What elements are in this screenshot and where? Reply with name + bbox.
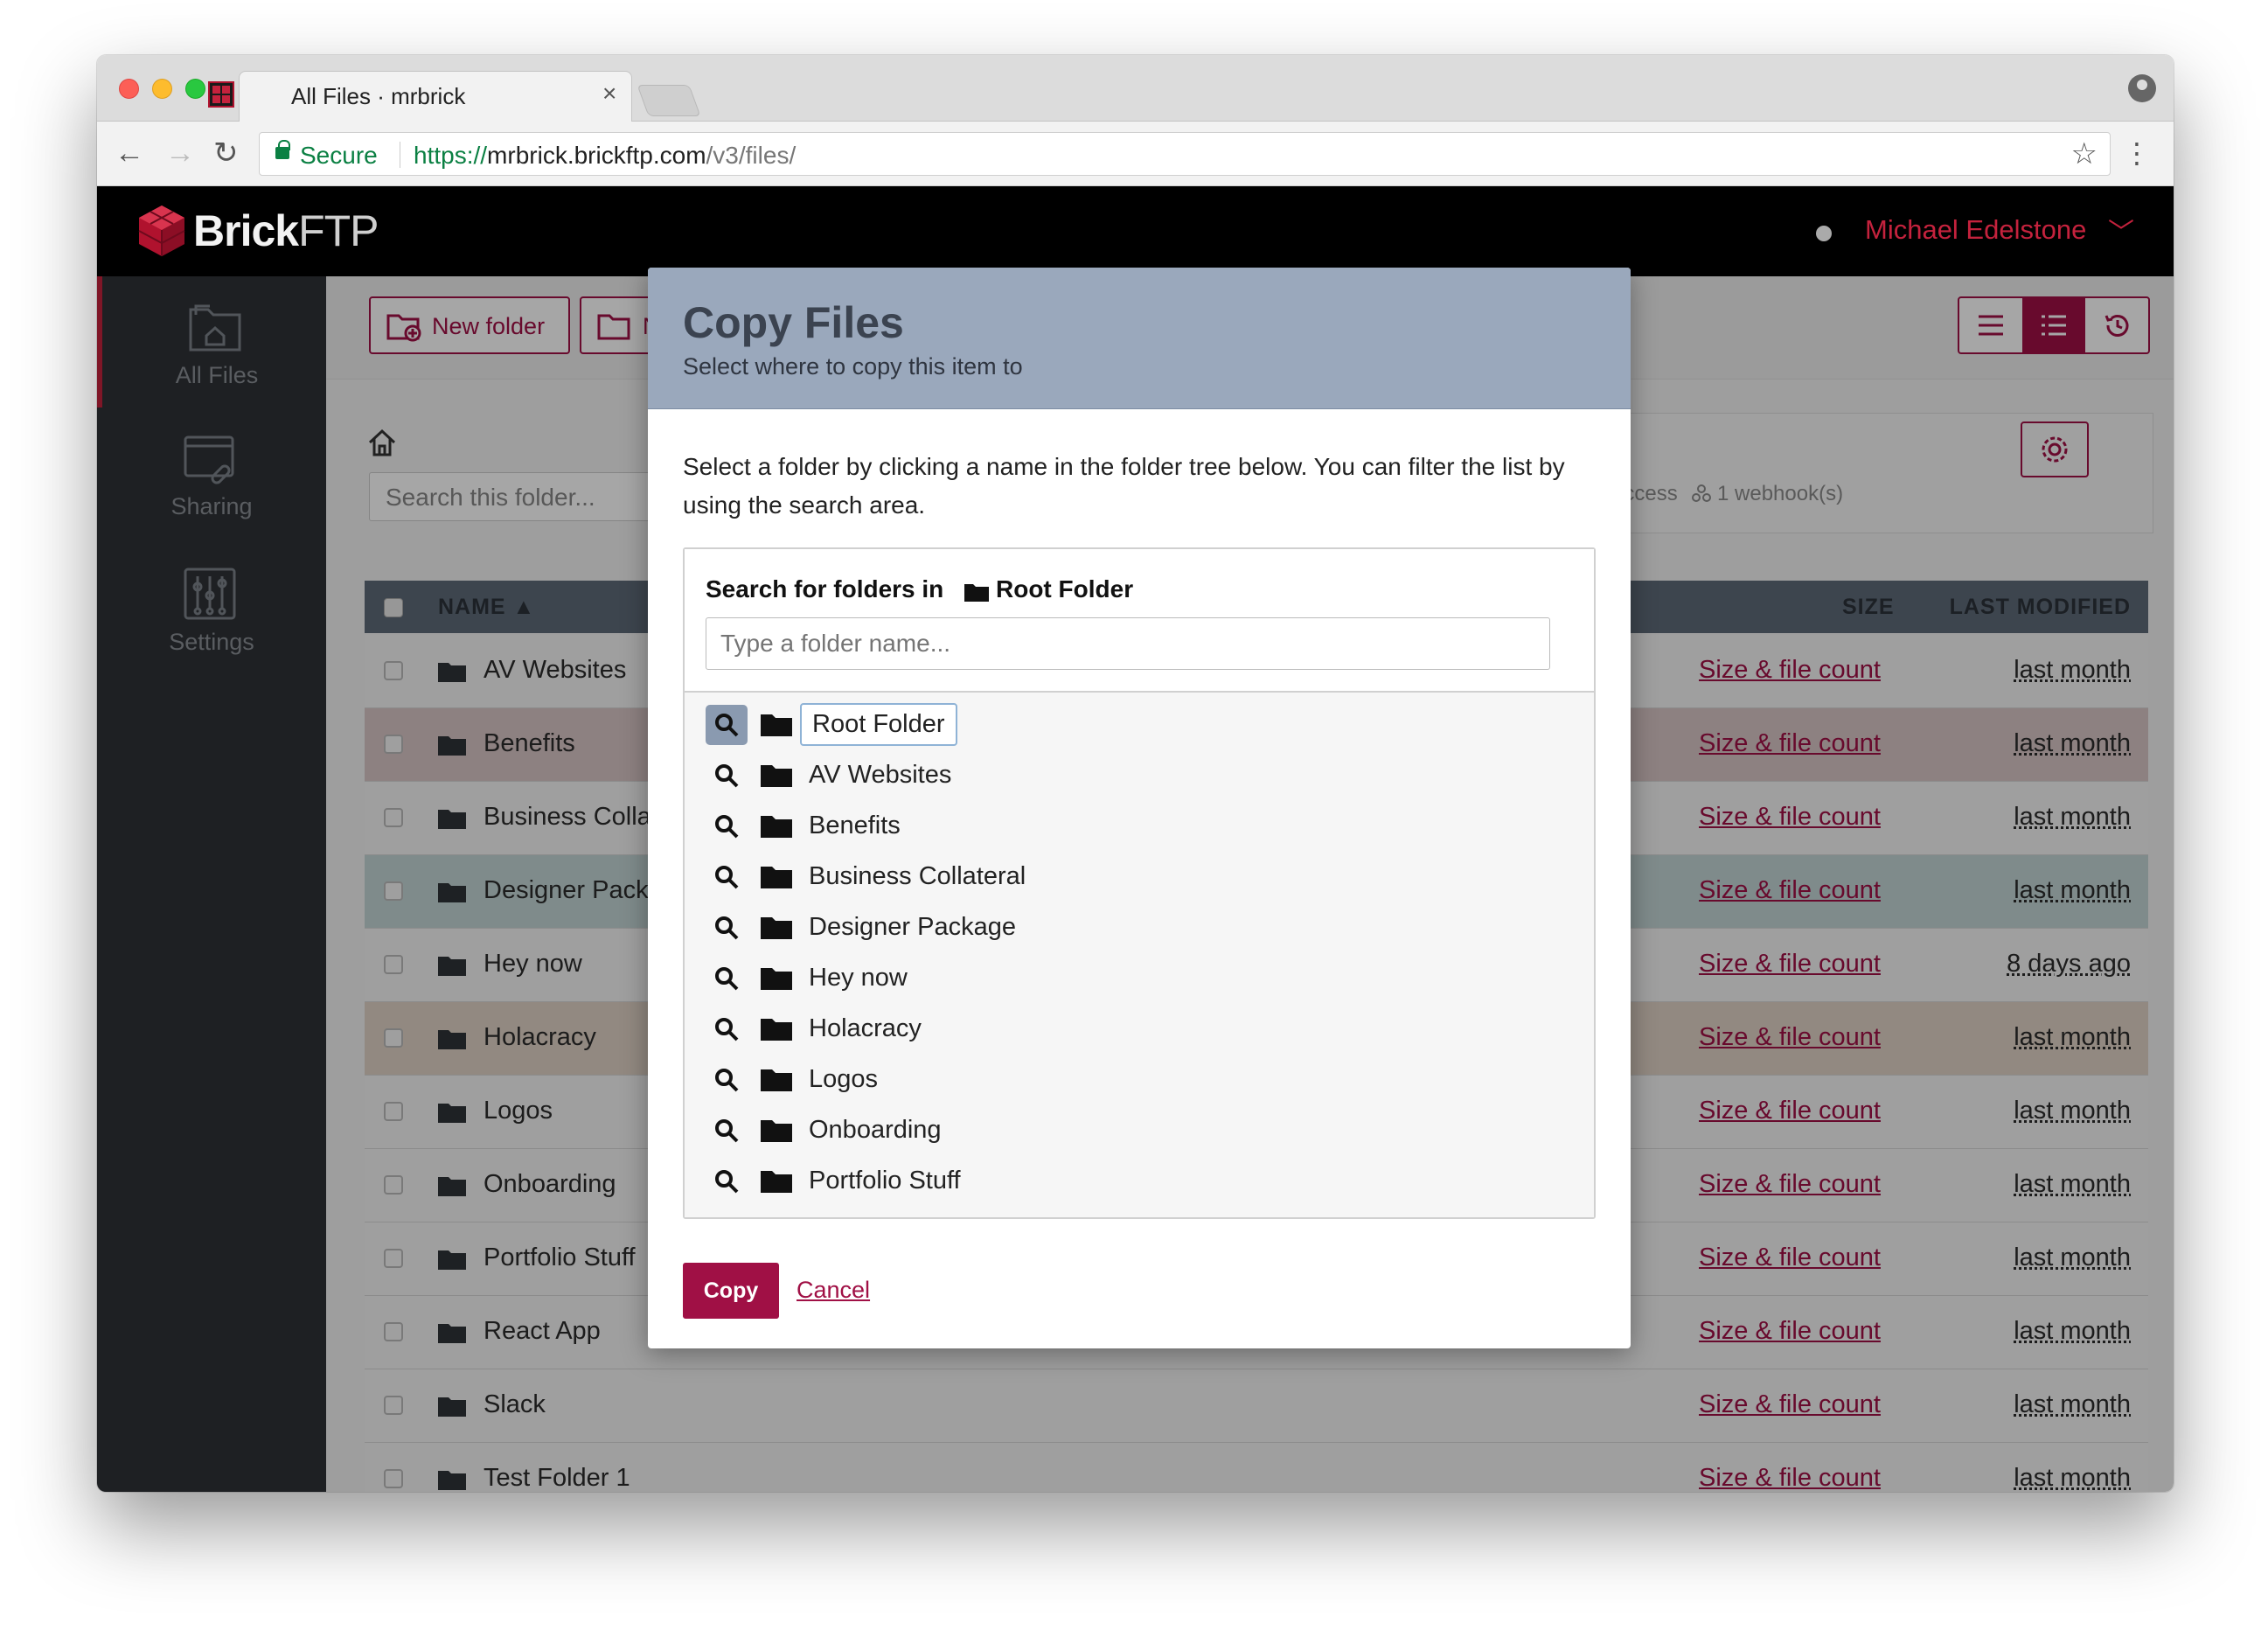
folder-icon bbox=[761, 1016, 792, 1045]
folder-icon bbox=[964, 584, 989, 602]
folder-tree-item[interactable]: Hey now bbox=[685, 953, 1594, 1004]
folder-tree-item[interactable]: Root Folder bbox=[685, 700, 1594, 750]
search-scope-folder: Root Folder bbox=[996, 575, 1134, 603]
copy-files-dialog: Copy Files Select where to copy this ite… bbox=[648, 268, 1631, 1348]
secure-label: Secure bbox=[300, 142, 378, 169]
lock-icon bbox=[275, 140, 290, 159]
url-host: mrbrick.brickftp.com bbox=[487, 142, 706, 169]
app-header: BrickFTP Michael Edelstone ﹀ bbox=[97, 186, 2174, 276]
folder-search-field[interactable] bbox=[706, 617, 1550, 670]
folder-icon bbox=[761, 915, 792, 944]
browser-tabbar: All Files · mrbrick × bbox=[97, 55, 2174, 122]
url-scheme: https:// bbox=[414, 142, 488, 169]
folder-tree-name[interactable]: Hey now bbox=[809, 964, 908, 993]
dialog-description: Select a folder by clicking a name in th… bbox=[683, 453, 1565, 519]
folder-icon bbox=[761, 965, 792, 994]
browser-menu-icon[interactable]: ⋮ bbox=[2123, 136, 2151, 171]
folder-picker: Search for folders in Root Folder Root F… bbox=[683, 547, 1596, 1219]
folder-icon bbox=[761, 1067, 792, 1096]
folder-icon bbox=[761, 1168, 792, 1197]
folder-tree-item[interactable]: Business Collateral bbox=[685, 852, 1594, 902]
folder-picker-search: Search for folders in Root Folder bbox=[685, 549, 1594, 693]
dialog-subtitle: Select where to copy this item to bbox=[683, 353, 1023, 380]
folder-tree-item[interactable]: Portfolio Stuff bbox=[685, 1156, 1594, 1207]
profile-icon[interactable] bbox=[2128, 74, 2156, 102]
browser-window: All Files · mrbrick × ← → ↻ Secure https… bbox=[97, 55, 2174, 1492]
folder-icon bbox=[761, 864, 792, 893]
folder-tree: Root Folder AV Websites Benefits Business C… bbox=[685, 693, 1594, 1217]
browser-toolbar: ← → ↻ Secure https://mrbrick.brickftp.co… bbox=[97, 122, 2174, 186]
folder-tree-name[interactable]: Benefits bbox=[809, 812, 901, 840]
folder-tree-name[interactable]: Portfolio Stuff bbox=[809, 1167, 961, 1195]
folder-tree-name[interactable]: AV Websites bbox=[809, 761, 951, 790]
search-icon[interactable] bbox=[706, 1009, 748, 1049]
search-scope-label: Search for folders in bbox=[706, 575, 944, 603]
forward-arrow-icon[interactable]: → bbox=[165, 136, 195, 171]
address-bar[interactable]: Secure https://mrbrick.brickftp.com/v3/f… bbox=[259, 132, 2111, 176]
brand-logo-text[interactable]: BrickFTP bbox=[193, 205, 379, 256]
folder-tree-name[interactable]: Designer Package bbox=[809, 913, 1016, 942]
folder-tree-item[interactable]: Designer Package bbox=[685, 902, 1594, 953]
folder-icon bbox=[761, 1118, 792, 1146]
brickftp-app: BrickFTP Michael Edelstone ﹀ All Files S… bbox=[97, 186, 2174, 1492]
minimize-window-button[interactable] bbox=[152, 79, 172, 99]
folder-tree-item[interactable]: Logos bbox=[685, 1055, 1594, 1105]
folder-tree-item[interactable]: Benefits bbox=[685, 801, 1594, 852]
folder-icon bbox=[761, 712, 792, 741]
url-text[interactable]: https://mrbrick.brickftp.com/v3/files/ bbox=[414, 142, 796, 170]
folder-icon bbox=[761, 763, 792, 791]
search-icon[interactable] bbox=[706, 1111, 748, 1151]
search-icon[interactable] bbox=[706, 857, 748, 897]
dialog-header: Copy Files Select where to copy this ite… bbox=[648, 268, 1631, 409]
status-indicator bbox=[1816, 226, 1832, 241]
zoom-window-button[interactable] bbox=[185, 79, 205, 99]
dialog-title: Copy Files bbox=[683, 298, 904, 347]
user-menu[interactable]: Michael Edelstone bbox=[1865, 214, 2086, 246]
tab-close-icon[interactable]: × bbox=[602, 80, 616, 108]
search-icon[interactable] bbox=[706, 958, 748, 999]
folder-tree-item[interactable]: AV Websites bbox=[685, 750, 1594, 801]
search-icon[interactable] bbox=[706, 1161, 748, 1202]
folder-tree-item[interactable]: Onboarding bbox=[685, 1105, 1594, 1156]
tab-title: All Files · mrbrick bbox=[291, 83, 466, 109]
folder-tree-item[interactable]: Holacracy bbox=[685, 1004, 1594, 1055]
folder-tree-name[interactable]: Root Folder bbox=[800, 703, 957, 746]
favicon-icon bbox=[208, 81, 234, 108]
logo-text-bold: Brick bbox=[193, 206, 299, 255]
search-icon[interactable] bbox=[706, 908, 748, 948]
search-icon[interactable] bbox=[706, 1060, 748, 1100]
search-icon[interactable] bbox=[706, 705, 748, 745]
cancel-link[interactable]: Cancel bbox=[797, 1277, 870, 1304]
folder-tree-name[interactable]: Business Collateral bbox=[809, 862, 1026, 891]
back-arrow-icon[interactable]: ← bbox=[115, 136, 144, 171]
new-tab-button[interactable] bbox=[637, 85, 701, 116]
folder-tree-name[interactable]: Holacracy bbox=[809, 1014, 922, 1043]
folder-icon bbox=[761, 813, 792, 842]
bookmark-star-icon[interactable]: ☆ bbox=[2071, 136, 2098, 171]
folder-tree-name[interactable]: Logos bbox=[809, 1065, 878, 1094]
brick-logo-icon bbox=[138, 205, 185, 256]
url-path: /v3/files/ bbox=[706, 142, 797, 169]
close-window-button[interactable] bbox=[119, 79, 139, 99]
copy-button[interactable]: Copy bbox=[683, 1263, 779, 1319]
reload-icon[interactable]: ↻ bbox=[213, 136, 239, 171]
search-icon[interactable] bbox=[706, 756, 748, 796]
logo-text-light: FTP bbox=[298, 206, 379, 255]
chevron-down-icon[interactable]: ﹀ bbox=[2108, 211, 2134, 249]
search-icon[interactable] bbox=[706, 806, 748, 846]
folder-tree-name[interactable]: Onboarding bbox=[809, 1116, 942, 1145]
